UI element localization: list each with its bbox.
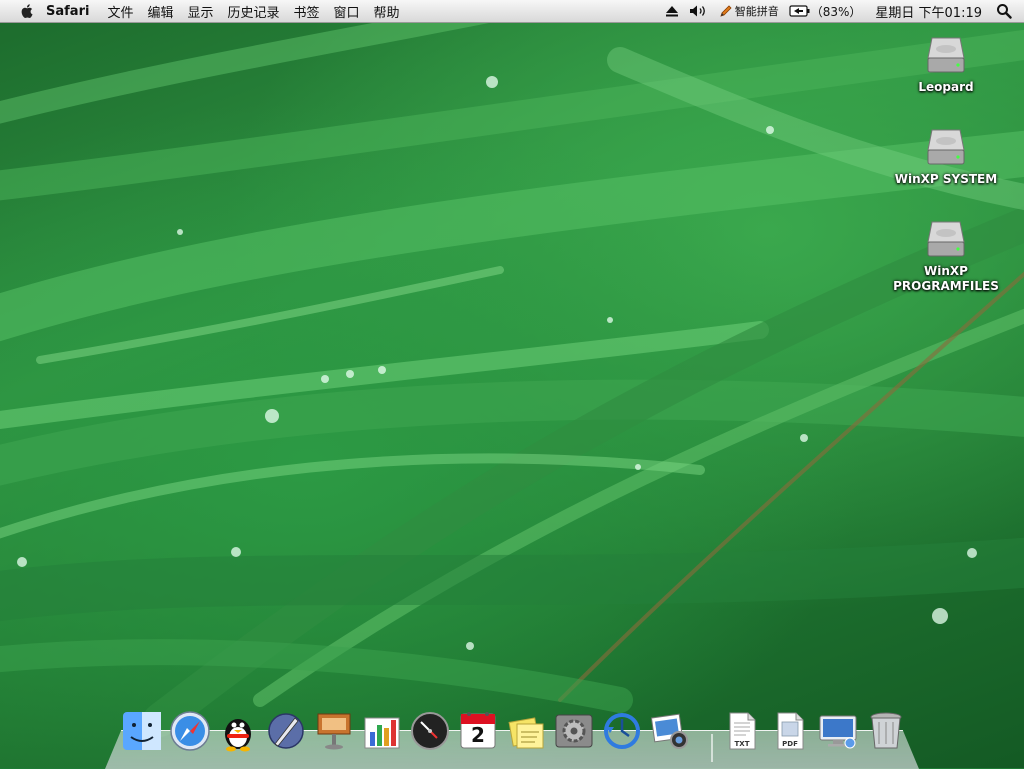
photo-camera-icon bbox=[650, 713, 688, 749]
dock-stickies[interactable] bbox=[505, 710, 547, 752]
menu-bar: Safari 文件 编辑 显示 历史记录 书签 窗口 帮助 智能拼音 （83%）… bbox=[0, 0, 1024, 23]
dock-system-preferences[interactable] bbox=[553, 710, 595, 752]
volume-menu-extra[interactable] bbox=[689, 4, 709, 18]
hard-drive-icon bbox=[927, 221, 965, 257]
menu-edit[interactable]: 编辑 bbox=[147, 2, 173, 21]
menu-file[interactable]: 文件 bbox=[107, 2, 133, 21]
hard-drive-icon bbox=[927, 37, 965, 73]
dock-ical[interactable]: 2 bbox=[457, 710, 499, 752]
dock-numbers[interactable] bbox=[361, 710, 403, 752]
dock-safari[interactable] bbox=[169, 710, 211, 752]
menu-window[interactable]: 窗口 bbox=[334, 2, 360, 21]
gauge-icon bbox=[411, 712, 449, 750]
battery-charging-icon bbox=[789, 5, 810, 17]
menu-help[interactable]: 帮助 bbox=[374, 2, 400, 21]
dock-time-machine[interactable] bbox=[601, 710, 643, 752]
volume-icon bbox=[689, 5, 705, 17]
dock-qq[interactable] bbox=[217, 710, 259, 752]
volume-label: Leopard bbox=[918, 80, 974, 94]
dock-finder[interactable] bbox=[121, 710, 163, 752]
dock-iphoto[interactable] bbox=[649, 710, 691, 752]
bar-chart-icon bbox=[364, 717, 400, 749]
sync-arrows-icon bbox=[604, 713, 640, 749]
hard-drive-icon bbox=[927, 129, 965, 165]
dock-keynote[interactable] bbox=[313, 710, 355, 752]
dock: 2 TXT PDF bbox=[93, 708, 931, 769]
dock-applications-folder[interactable] bbox=[817, 710, 859, 752]
battery-menu-extra[interactable]: （83%） bbox=[789, 3, 862, 20]
menu-clock[interactable]: 星期日 下午01:19 bbox=[875, 2, 982, 21]
desktop-volume-leopard[interactable]: Leopard bbox=[891, 32, 1001, 95]
dock-document-pdf[interactable]: PDF bbox=[769, 710, 811, 752]
safari-compass-icon bbox=[170, 711, 210, 751]
menu-bookmarks[interactable]: 书签 bbox=[294, 2, 320, 21]
dock-trash[interactable] bbox=[865, 710, 907, 752]
spotlight-search-icon[interactable] bbox=[996, 3, 1012, 19]
sticky-notes-icon bbox=[508, 717, 544, 749]
volume-label: WinXP PROGRAMFILES bbox=[893, 264, 999, 293]
menu-view[interactable]: 显示 bbox=[187, 2, 213, 21]
dock-dashboard[interactable] bbox=[409, 710, 451, 752]
document-type-label: PDF bbox=[782, 740, 798, 748]
dock-ical-pen[interactable] bbox=[265, 710, 307, 752]
volume-label: WinXP SYSTEM bbox=[894, 172, 998, 186]
apple-menu-icon[interactable] bbox=[18, 2, 36, 20]
gear-icon bbox=[555, 714, 593, 748]
quill-pen-icon bbox=[268, 713, 304, 749]
menu-history[interactable]: 历史记录 bbox=[227, 2, 279, 21]
eject-menu-extra[interactable] bbox=[665, 5, 679, 17]
trash-icon bbox=[870, 712, 902, 749]
calendar-day: 2 bbox=[471, 723, 485, 747]
battery-percentage: （83%） bbox=[810, 4, 862, 19]
eject-icon bbox=[665, 6, 678, 17]
monitor-icon bbox=[819, 715, 857, 749]
desktop-volume-winxp-programfiles[interactable]: WinXP PROGRAMFILES bbox=[891, 216, 1001, 294]
grass-blades bbox=[0, 0, 1024, 737]
qq-penguin-icon bbox=[225, 719, 251, 752]
pencil-icon bbox=[720, 5, 732, 17]
finder-icon bbox=[123, 712, 161, 750]
desktop-wallpaper bbox=[0, 0, 1024, 768]
dock-document-txt[interactable]: TXT bbox=[721, 710, 763, 752]
app-name-menu[interactable]: Safari bbox=[46, 4, 89, 19]
desktop-volume-winxp-system[interactable]: WinXP SYSTEM bbox=[891, 124, 1001, 187]
input-method-label: 智能拼音 bbox=[734, 5, 779, 18]
document-type-label: TXT bbox=[734, 740, 750, 748]
dock-separator bbox=[711, 734, 713, 762]
input-method-menu[interactable]: 智能拼音 bbox=[719, 3, 779, 19]
keynote-podium-icon bbox=[317, 713, 351, 750]
